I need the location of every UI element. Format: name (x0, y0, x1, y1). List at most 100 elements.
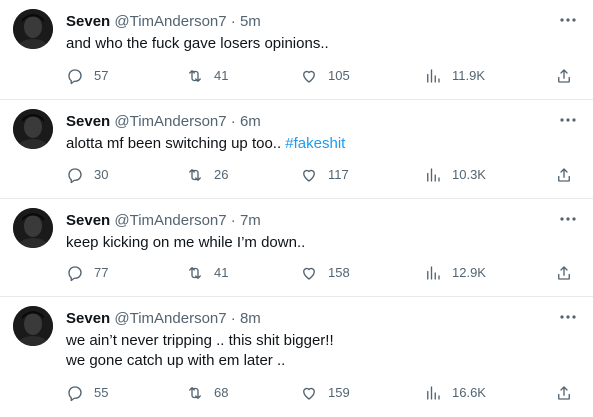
tweet-actions: 57 41 105 11.9K (0, 66, 593, 86)
tweet-actions: 30 26 117 10.3K (0, 165, 593, 185)
more-icon[interactable] (558, 209, 578, 229)
retweet-button[interactable]: 41 (186, 263, 228, 283)
share-icon (558, 386, 570, 400)
like-count: 159 (328, 385, 350, 400)
like-count: 158 (328, 265, 350, 280)
tweet-header: Seven @TimAnderson7 · 8m (66, 309, 261, 329)
retweet-icon (189, 169, 201, 181)
tweet[interactable]: Seven @TimAnderson7 · 5m and who the fuc… (0, 0, 593, 100)
views-icon (427, 168, 440, 182)
retweet-button[interactable]: 26 (186, 165, 228, 185)
share-button[interactable] (555, 66, 583, 86)
reply-button[interactable]: 57 (66, 66, 108, 86)
views-button[interactable]: 10.3K (424, 165, 486, 185)
reply-count: 55 (94, 385, 109, 400)
timestamp[interactable]: 8m (240, 310, 261, 327)
retweet-button[interactable]: 41 (186, 66, 228, 86)
tweet[interactable]: Seven @TimAnderson7 · 8m we ain’t never … (0, 297, 593, 417)
avatar-image (13, 9, 53, 49)
tweet-text: we ain’t never tripping .. this shit big… (66, 331, 566, 371)
tweet-actions: 55 68 159 16.6K (0, 383, 593, 403)
share-icon (558, 69, 570, 83)
share-button[interactable] (555, 383, 583, 403)
timestamp[interactable]: 6m (240, 113, 261, 130)
tweet-text: alotta mf been switching up too.. #fakes… (66, 134, 566, 154)
heart-icon (303, 267, 315, 280)
views-count: 12.9K (452, 265, 486, 280)
tweet-header: Seven @TimAnderson7 · 5m (66, 12, 261, 32)
share-button[interactable] (555, 263, 583, 283)
tweet-text: keep kicking on me while I’m down.. (66, 233, 566, 253)
retweet-button[interactable]: 68 (186, 383, 228, 403)
views-button[interactable]: 11.9K (424, 66, 485, 86)
share-button[interactable] (555, 165, 583, 185)
separator-dot: · (230, 113, 236, 130)
like-count: 117 (328, 167, 349, 182)
views-icon (427, 266, 440, 280)
retweet-icon (189, 387, 201, 399)
tweet-text-line: we ain’t never tripping .. this shit big… (66, 332, 334, 349)
more-icon[interactable] (558, 307, 578, 327)
tweet-text-line: we gone catch up with em later .. (66, 352, 286, 369)
avatar-image (13, 208, 53, 248)
avatar-image (13, 109, 53, 149)
reply-icon (68, 69, 82, 85)
tweet-text-body: and who the fuck gave losers opinions.. (66, 35, 329, 52)
user-handle[interactable]: @TimAnderson7 (114, 13, 226, 30)
views-count: 16.6K (452, 385, 486, 400)
reply-icon (68, 168, 82, 184)
separator-dot: · (230, 310, 236, 327)
retweet-icon (189, 70, 201, 82)
share-icon (558, 266, 570, 280)
user-handle[interactable]: @TimAnderson7 (114, 310, 226, 327)
views-count: 11.9K (452, 68, 486, 83)
tweet-text-body: keep kicking on me while I’m down.. (66, 234, 306, 251)
share-icon (558, 168, 570, 182)
retweet-count: 26 (214, 167, 229, 182)
avatar[interactable] (13, 9, 53, 49)
avatar[interactable] (13, 306, 53, 346)
retweet-count: 41 (214, 265, 229, 280)
separator-dot: · (230, 13, 236, 30)
avatar-image (13, 306, 53, 346)
avatar[interactable] (13, 208, 53, 248)
tweet[interactable]: Seven @TimAnderson7 · 7m keep kicking on… (0, 199, 593, 297)
tweet-feed: Seven @TimAnderson7 · 5m and who the fuc… (0, 0, 593, 417)
display-name[interactable]: Seven (66, 310, 110, 327)
more-icon[interactable] (558, 110, 578, 130)
reply-button[interactable]: 77 (66, 263, 108, 283)
separator-dot: · (230, 212, 236, 229)
tweet-actions: 77 41 158 12.9K (0, 263, 593, 283)
views-count: 10.3K (452, 167, 486, 182)
like-button[interactable]: 158 (300, 263, 350, 283)
display-name[interactable]: Seven (66, 212, 110, 229)
reply-icon (68, 386, 82, 402)
user-handle[interactable]: @TimAnderson7 (114, 212, 226, 229)
views-button[interactable]: 12.9K (424, 263, 486, 283)
like-button[interactable]: 117 (300, 165, 349, 185)
views-icon (427, 386, 440, 400)
retweet-icon (189, 267, 201, 279)
reply-icon (68, 266, 82, 282)
hashtag-link[interactable]: #fakeshit (285, 135, 345, 152)
display-name[interactable]: Seven (66, 113, 110, 130)
tweet-text-body: alotta mf been switching up too.. (66, 135, 286, 152)
tweet[interactable]: Seven @TimAnderson7 · 6m alotta mf been … (0, 100, 593, 199)
like-button[interactable]: 105 (300, 66, 350, 86)
reply-button[interactable]: 30 (66, 165, 108, 185)
avatar[interactable] (13, 109, 53, 149)
heart-icon (303, 387, 315, 400)
heart-icon (303, 169, 315, 182)
views-button[interactable]: 16.6K (424, 383, 486, 403)
tweet-text: and who the fuck gave losers opinions.. (66, 34, 566, 54)
display-name[interactable]: Seven (66, 13, 110, 30)
like-button[interactable]: 159 (300, 383, 350, 403)
reply-button[interactable]: 55 (66, 383, 108, 403)
timestamp[interactable]: 7m (240, 212, 261, 229)
reply-count: 77 (94, 265, 109, 280)
reply-count: 57 (94, 68, 109, 83)
timestamp[interactable]: 5m (240, 13, 261, 30)
more-icon[interactable] (558, 10, 578, 30)
user-handle[interactable]: @TimAnderson7 (114, 113, 226, 130)
retweet-count: 41 (214, 68, 229, 83)
